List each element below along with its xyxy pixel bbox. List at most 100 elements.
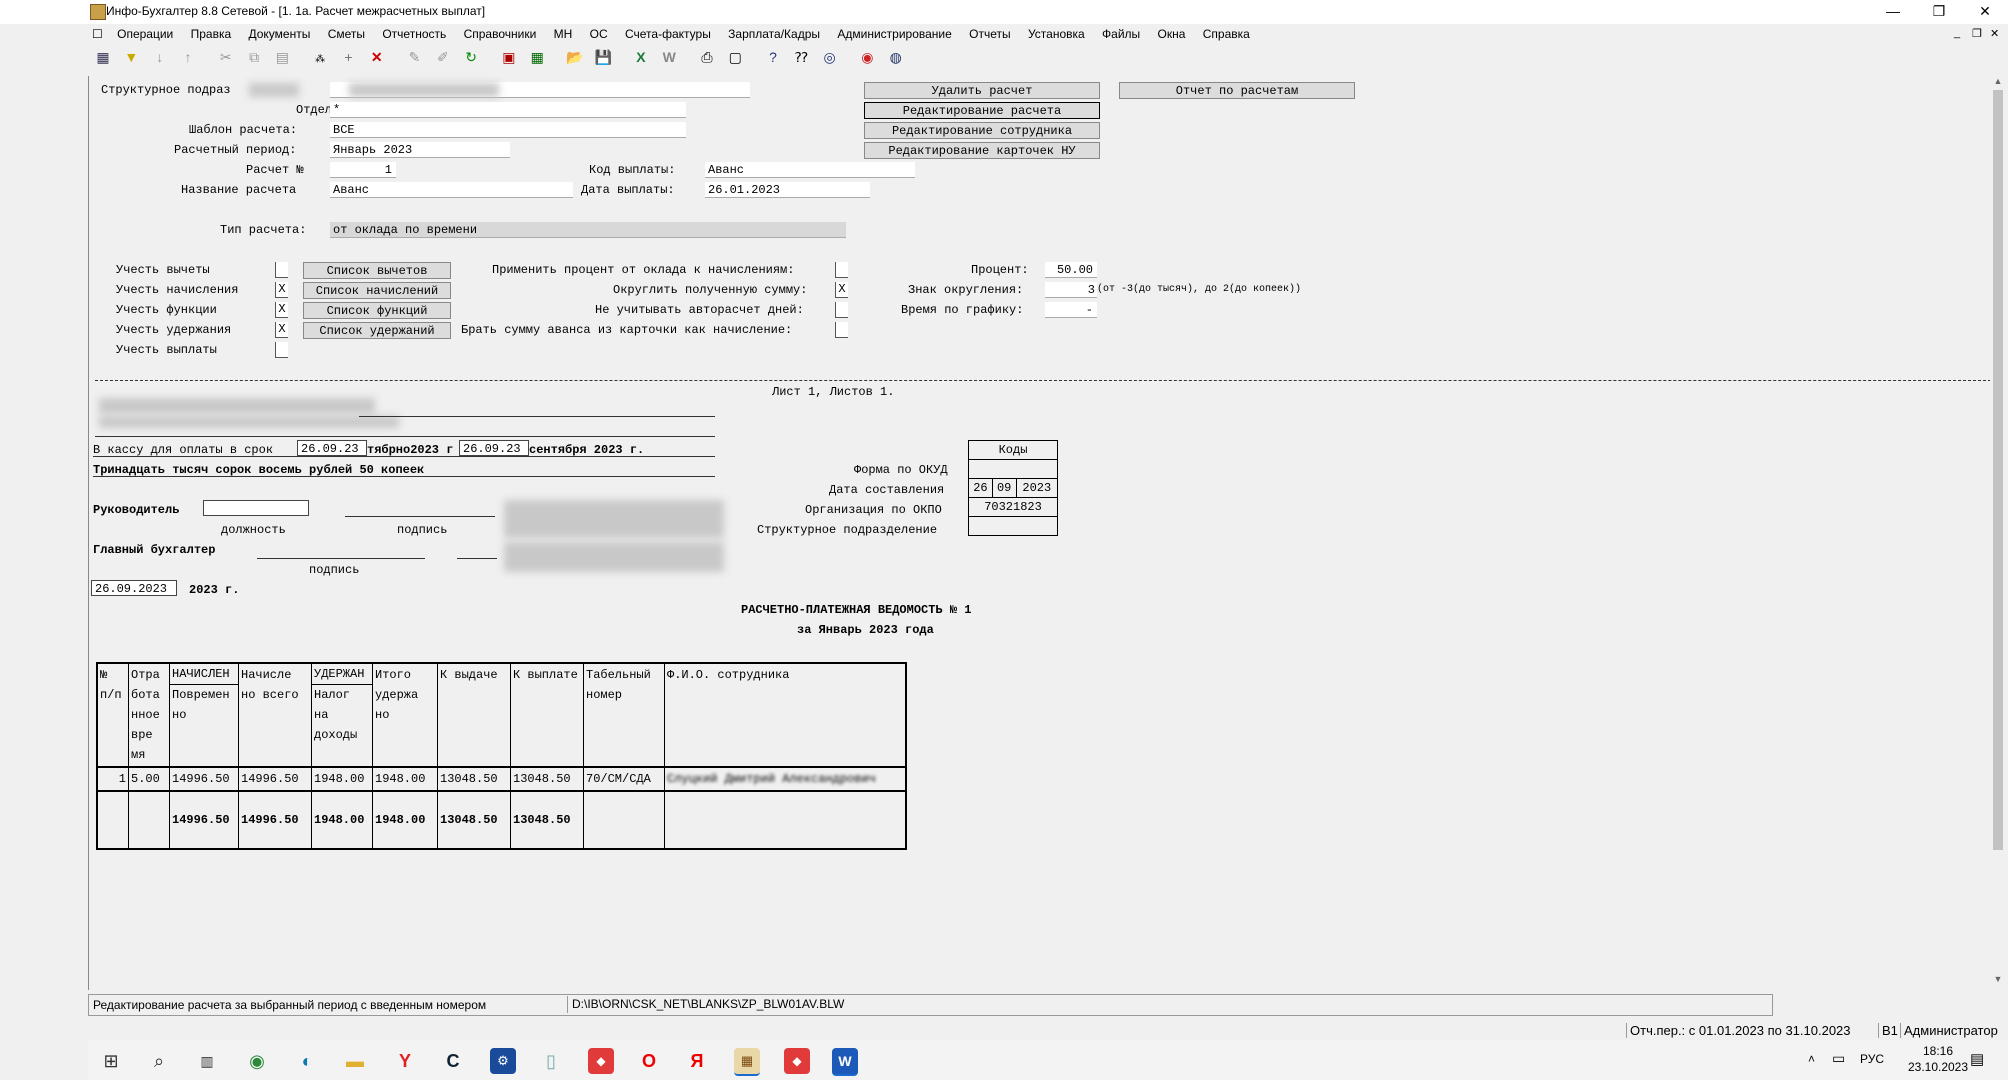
menu-setup[interactable]: Установка <box>1021 25 1092 43</box>
date-field[interactable]: 26.09.2023 <box>91 580 177 596</box>
add-icon[interactable]: + <box>337 46 359 68</box>
edit-calc-button[interactable]: Редактирование расчета <box>864 102 1100 119</box>
use-deductions-checkbox[interactable] <box>275 262 288 278</box>
percent-field[interactable]: 50.00 <box>1045 262 1097 278</box>
menu-reports[interactable]: Отчеты <box>962 25 1017 43</box>
refresh-icon[interactable]: ↻ <box>460 46 482 68</box>
app-c-icon[interactable]: C <box>440 1048 466 1074</box>
numbering-icon[interactable]: ⁂ <box>309 49 331 71</box>
menu-references[interactable]: Справочники <box>457 25 544 43</box>
edit-cards-button[interactable]: Редактирование карточек НУ <box>864 142 1100 159</box>
mdi-minimize-icon[interactable]: _ <box>1954 27 1960 39</box>
report-icon[interactable]: ▣ <box>498 46 520 68</box>
pay-code-field[interactable]: Аванс <box>705 162 915 178</box>
app-blue-icon[interactable]: ⚙ <box>490 1048 516 1074</box>
menu-windows[interactable]: Окна <box>1151 25 1193 43</box>
mdi-restore-icon[interactable]: ❐ <box>1972 27 1982 40</box>
template-field[interactable]: ВСЕ <box>330 122 686 138</box>
edge-icon[interactable]: ◐ <box>294 1048 320 1074</box>
use-functions-checkbox[interactable]: X <box>275 302 288 318</box>
list-accruals-button[interactable]: Список начислений <box>303 282 451 299</box>
delete-icon[interactable]: ✕ <box>366 46 388 68</box>
menu-documents[interactable]: Документы <box>241 25 317 43</box>
paste-icon[interactable]: ▤ <box>271 46 293 68</box>
menu-edit[interactable]: Правка <box>184 25 239 43</box>
support-icon[interactable]: ◉ <box>856 46 878 68</box>
search-icon[interactable]: ⌕ <box>146 1048 172 1074</box>
calc-name-field[interactable]: Аванс <box>330 182 573 198</box>
save-icon[interactable]: 💾 <box>592 46 614 68</box>
compass-icon[interactable]: ◎ <box>819 46 841 68</box>
vertical-scrollbar[interactable]: ▲ ▼ <box>1990 76 2006 988</box>
mark-icon[interactable]: ✎ <box>403 46 425 68</box>
use-accruals-checkbox[interactable]: X <box>275 282 288 298</box>
scroll-thumb[interactable] <box>1993 90 2003 850</box>
otdel-field[interactable]: * <box>330 102 686 118</box>
start-icon[interactable]: ⊞ <box>98 1048 124 1074</box>
maximize-button[interactable]: ❐ <box>1916 0 1962 24</box>
use-withholdings-checkbox[interactable]: X <box>275 322 288 338</box>
open-folder-icon[interactable]: 📂 <box>564 46 586 68</box>
menu-mn[interactable]: МН <box>547 25 580 43</box>
pay-date-field[interactable]: 26.01.2023 <box>705 182 870 198</box>
table-row[interactable]: 1 5.00 14996.50 14996.50 1948.00 1948.00… <box>96 766 907 792</box>
round-sum-checkbox[interactable]: X <box>835 282 848 298</box>
cash-to-field[interactable]: 26.09.23 <box>459 440 529 456</box>
sort-desc-icon[interactable]: ↑ <box>177 46 199 68</box>
menu-files[interactable]: Файлы <box>1095 25 1147 43</box>
close-button[interactable]: ✕ <box>1962 0 2008 24</box>
network-icon[interactable]: ▭ <box>1832 1050 1845 1067</box>
time-schedule-field[interactable]: - <box>1045 302 1097 318</box>
head-field[interactable] <box>203 500 309 516</box>
doc-icon[interactable]: ☐ <box>88 25 107 43</box>
preview-icon[interactable]: ▢ <box>724 46 746 68</box>
use-payments-checkbox[interactable] <box>275 342 288 358</box>
menu-invoices[interactable]: Счета-фактуры <box>618 25 718 43</box>
ignore-autocalc-checkbox[interactable] <box>835 302 848 318</box>
minimize-button[interactable]: — <box>1870 0 1916 24</box>
list-withholdings-button[interactable]: Список удержаний <box>303 322 451 339</box>
take-advance-checkbox[interactable] <box>835 322 848 338</box>
context-help-icon[interactable]: ⁇ <box>790 46 812 68</box>
menu-help[interactable]: Справка <box>1196 25 1257 43</box>
filter-icon[interactable]: ▼ <box>120 46 142 68</box>
clock-time[interactable]: 18:16 <box>1908 1044 1968 1058</box>
info-buh-taskbar-icon[interactable]: ▦ <box>734 1048 760 1076</box>
menu-os[interactable]: ОС <box>583 25 615 43</box>
chrome-icon[interactable]: ◉ <box>244 1048 270 1074</box>
apply-percent-checkbox[interactable] <box>835 262 848 278</box>
report-button[interactable]: Отчет по расчетам <box>1119 82 1355 99</box>
yandex-icon[interactable]: Я <box>684 1048 710 1074</box>
yandex-browser-icon[interactable]: Y <box>392 1048 418 1074</box>
menu-salary[interactable]: Зарплата/Кадры <box>721 25 827 43</box>
anydesk2-icon[interactable]: ◆ <box>784 1048 810 1074</box>
menu-operations[interactable]: Операции <box>110 25 180 43</box>
list-functions-button[interactable]: Список функций <box>303 302 451 319</box>
anydesk-icon[interactable]: ◆ <box>588 1048 614 1074</box>
notifications-icon[interactable]: ▤ <box>1970 1050 1984 1068</box>
cut-icon[interactable]: ✂ <box>215 46 237 68</box>
file-explorer-icon[interactable]: ▬ <box>342 1048 368 1074</box>
print-icon[interactable]: ⎙ <box>696 46 718 68</box>
web-icon[interactable]: ◍ <box>885 46 907 68</box>
task-view-icon[interactable]: ▥ <box>194 1048 220 1074</box>
sort-asc-icon[interactable]: ↓ <box>149 46 171 68</box>
excel-icon[interactable]: X <box>630 46 652 68</box>
word-taskbar-icon[interactable]: W <box>832 1048 858 1076</box>
calc-no-field[interactable]: 1 <box>330 162 396 178</box>
tray-chevron-icon[interactable]: ˄ <box>1808 1052 1815 1066</box>
word-icon[interactable]: W <box>658 46 680 68</box>
unmark-icon[interactable]: ✐ <box>432 46 454 68</box>
scroll-down-icon[interactable]: ▼ <box>1990 974 2006 988</box>
app-jar-icon[interactable]: ▯ <box>538 1048 564 1074</box>
menu-reporting[interactable]: Отчетность <box>375 25 453 43</box>
grid-icon[interactable]: ▦ <box>92 46 114 68</box>
menu-admin[interactable]: Администрирование <box>830 25 958 43</box>
round-sign-field[interactable]: 3 <box>1045 282 1097 298</box>
scroll-up-icon[interactable]: ▲ <box>1990 76 2006 90</box>
clock-date[interactable]: 23.10.2023 <box>1898 1060 1978 1074</box>
mdi-close-icon[interactable]: ✕ <box>1990 27 1999 40</box>
cash-from-field[interactable]: 26.09.23 <box>297 440 367 456</box>
period-field[interactable]: Январь 2023 <box>330 142 510 158</box>
opera-icon[interactable]: O <box>636 1048 662 1074</box>
